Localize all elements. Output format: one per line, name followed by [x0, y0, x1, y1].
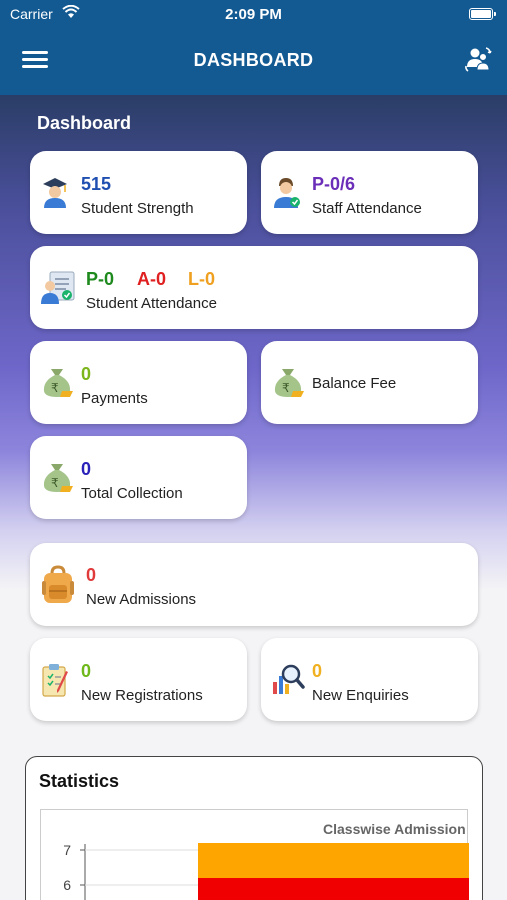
svg-text:₹: ₹ — [51, 381, 59, 395]
new-enquiries-label: New Enquiries — [312, 687, 409, 704]
new-admissions-card[interactable]: 0 New Admissions — [30, 543, 478, 626]
student-strength-value: 515 — [81, 174, 112, 194]
chart-container: Classwise Admission 7 6 — [40, 809, 478, 900]
money-bag-icon: ₹ — [43, 369, 73, 397]
statistics-title: Statistics — [39, 771, 120, 791]
clock: 2:09 PM — [225, 6, 282, 23]
present-count: P-0 — [86, 269, 115, 289]
new-admissions-value: 0 — [86, 565, 97, 585]
new-registrations-card[interactable]: 0 New Registrations — [30, 638, 247, 721]
payments-card[interactable]: ₹ 0 Payments — [30, 341, 247, 424]
new-enquiries-value: 0 — [312, 661, 323, 681]
student-attendance-label: Student Attendance — [86, 295, 217, 312]
chart-bar-1 — [198, 878, 478, 900]
statistics-panel: Statistics Classwise Admission 7 6 — [25, 756, 483, 900]
total-collection-value: 0 — [81, 459, 92, 479]
svg-text:₹: ₹ — [51, 476, 59, 490]
balance-fee-label: Balance Fee — [312, 375, 397, 392]
app-header: Carrier 2:09 PM DASHBOARD — [0, 0, 507, 95]
attendance-icon — [41, 271, 75, 304]
money-bag-icon: ₹ — [274, 369, 304, 397]
y-tick-label: 7 — [63, 842, 71, 858]
svg-text:₹: ₹ — [282, 381, 290, 395]
new-registrations-value: 0 — [81, 661, 92, 681]
new-admissions-label: New Admissions — [86, 591, 197, 608]
student-strength-label: Student Strength — [81, 200, 194, 217]
new-registrations-label: New Registrations — [81, 687, 203, 704]
absent-count: A-0 — [137, 269, 167, 289]
y-tick-label: 6 — [63, 877, 71, 893]
money-bag-icon: ₹ — [43, 464, 73, 492]
staff-icon — [274, 178, 300, 208]
search-report-icon — [273, 664, 305, 694]
payments-value: 0 — [81, 364, 92, 384]
leave-count: L-0 — [188, 269, 215, 289]
total-collection-label: Total Collection — [81, 485, 183, 502]
staff-attendance-card[interactable]: P-0/6 Staff Attendance — [261, 151, 478, 234]
staff-attendance-value: P-0/6 — [312, 174, 356, 194]
staff-attendance-label: Staff Attendance — [312, 200, 422, 217]
page-title: DASHBOARD — [193, 50, 314, 70]
classwise-admission-chart: Classwise Admission 7 6 — [63, 821, 478, 900]
section-title: Dashboard — [37, 113, 132, 133]
student-attendance-card[interactable]: P-0 A-0 L-0 Student Attendance — [30, 246, 478, 329]
payments-label: Payments — [81, 390, 148, 407]
balance-fee-card[interactable]: ₹ Balance Fee — [261, 341, 478, 424]
school-bag-icon — [42, 565, 74, 603]
student-strength-card[interactable]: 515 Student Strength — [30, 151, 247, 234]
status-bar: Carrier 2:09 PM — [0, 0, 507, 30]
clipboard-icon — [42, 664, 68, 697]
chart-title: Classwise Admission — [323, 821, 466, 837]
graduate-icon — [43, 178, 67, 208]
switch-user-icon[interactable] — [464, 45, 492, 73]
new-enquiries-card[interactable]: 0 New Enquiries — [261, 638, 478, 721]
total-collection-card[interactable]: ₹ 0 Total Collection — [30, 436, 247, 519]
battery-icon — [469, 8, 496, 20]
